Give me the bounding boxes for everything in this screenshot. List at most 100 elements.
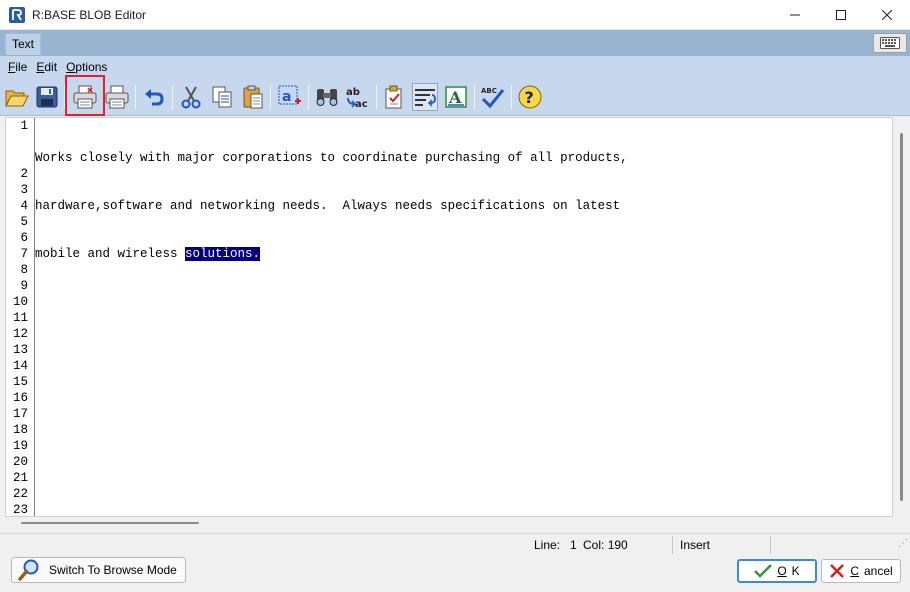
close-icon xyxy=(882,10,892,20)
minimize-button[interactable] xyxy=(772,0,818,30)
print-icon xyxy=(105,85,129,109)
button-bar: Switch To Browse Mode OK Cancel xyxy=(0,555,910,592)
horizontal-scroll-thumb[interactable] xyxy=(21,522,199,524)
svg-text:A: A xyxy=(448,88,462,107)
help-icon: ? xyxy=(518,85,542,109)
cancel-button[interactable]: Cancel xyxy=(821,559,901,583)
line-number: 9 xyxy=(20,279,28,293)
cut-icon xyxy=(181,86,201,109)
line-number: 16 xyxy=(12,391,28,405)
undo-icon xyxy=(145,89,164,106)
line-number: 14 xyxy=(12,359,28,373)
text-line: mobile and wireless solutions. xyxy=(35,246,885,262)
status-bar: Line: 1 Col: 190 Insert ⋰ xyxy=(0,533,910,555)
line-number-gutter: 1 2 3 4 5 6 7 8 9 10 11 12 13 14 15 16 1… xyxy=(6,118,35,517)
vertical-scrollbar[interactable] xyxy=(893,117,910,517)
paste-button[interactable] xyxy=(240,83,266,111)
line-number: 3 xyxy=(20,183,28,197)
tab-bar: Text xyxy=(0,30,910,56)
spell-check-button[interactable]: ABC xyxy=(480,83,506,111)
menu-options[interactable]: Options xyxy=(66,60,107,74)
line-number: 7 xyxy=(20,247,28,261)
copy-button[interactable] xyxy=(209,83,235,111)
save-icon xyxy=(36,86,58,108)
line-number: 17 xyxy=(12,407,28,421)
line-number: 10 xyxy=(12,295,28,309)
select-all-icon: a xyxy=(278,85,301,105)
line-number: 2 xyxy=(20,167,28,181)
close-button[interactable] xyxy=(864,0,910,30)
line-number: 11 xyxy=(12,311,28,325)
resize-grip-icon[interactable]: ⋰ xyxy=(898,538,908,549)
menu-bar: File Edit Options xyxy=(0,56,910,78)
maximize-button[interactable] xyxy=(818,0,864,30)
svg-text:?: ? xyxy=(525,88,534,107)
line-number: 8 xyxy=(20,263,28,277)
line-number: 4 xyxy=(20,199,28,213)
line-number: 1 xyxy=(20,119,28,133)
selected-text: solutions. xyxy=(185,247,261,261)
line-number: 6 xyxy=(20,231,28,245)
font-button[interactable]: A xyxy=(443,83,469,111)
editor-text[interactable]: Works closely with major corporations to… xyxy=(35,118,885,294)
cut-button[interactable] xyxy=(178,83,204,111)
help-button[interactable]: ? xyxy=(517,83,543,111)
insert-file-icon xyxy=(385,85,402,109)
svg-text:a: a xyxy=(282,89,291,105)
line-number: 15 xyxy=(12,375,28,389)
line-number: 20 xyxy=(12,455,28,469)
find-button[interactable] xyxy=(314,83,340,111)
title-bar: R:BASE BLOB Editor xyxy=(0,0,910,30)
minimize-icon xyxy=(790,14,800,16)
replace-icon: ab ac xyxy=(346,87,368,109)
svg-text:ab: ab xyxy=(346,87,360,98)
svg-text:ABC: ABC xyxy=(481,87,497,95)
switch-to-browse-mode-button[interactable]: Switch To Browse Mode xyxy=(11,557,186,583)
ok-label: OK xyxy=(777,564,800,578)
svg-text:ac: ac xyxy=(355,99,368,109)
line-number: 19 xyxy=(12,439,28,453)
line-number: 23 xyxy=(12,503,28,517)
keyboard-button[interactable] xyxy=(873,33,907,53)
text-line: hardware,software and networking needs. … xyxy=(35,199,621,213)
vertical-scroll-thumb[interactable] xyxy=(900,133,903,501)
magnifier-icon xyxy=(18,559,39,581)
text-line: Works closely with major corporations to… xyxy=(35,151,628,165)
status-mode: Insert xyxy=(680,538,711,552)
status-col: Col: 190 xyxy=(583,538,628,552)
maximize-icon xyxy=(836,10,846,20)
rbase-app-icon xyxy=(9,6,25,23)
open-button[interactable] xyxy=(4,83,30,111)
menu-edit[interactable]: Edit xyxy=(36,60,57,74)
print-button[interactable] xyxy=(104,83,130,111)
window-title: R:BASE BLOB Editor xyxy=(32,7,147,22)
status-line: Line: 1 xyxy=(534,538,577,552)
spell-check-icon: ABC xyxy=(481,87,505,109)
line-number: 21 xyxy=(12,471,28,485)
checkmark-icon xyxy=(754,564,773,578)
line-number: 5 xyxy=(20,215,28,229)
copy-icon xyxy=(212,86,232,108)
horizontal-scrollbar[interactable] xyxy=(5,517,893,529)
switch-to-browse-mode-label: Switch To Browse Mode xyxy=(49,563,177,577)
line-number: 22 xyxy=(12,487,28,501)
select-all-button[interactable]: a xyxy=(277,83,303,111)
line-number: 13 xyxy=(12,343,28,357)
paste-icon xyxy=(243,85,263,109)
word-wrap-button[interactable] xyxy=(412,83,438,111)
undo-button[interactable] xyxy=(141,83,167,111)
text-editor[interactable]: 1 2 3 4 5 6 7 8 9 10 11 12 13 14 15 16 1… xyxy=(5,117,893,517)
find-icon xyxy=(316,89,338,106)
insert-file-button[interactable] xyxy=(382,83,408,111)
line-number: 18 xyxy=(12,423,28,437)
line-number: 12 xyxy=(12,327,28,341)
keyboard-icon xyxy=(880,37,900,49)
open-folder-icon xyxy=(5,90,29,107)
tab-text[interactable]: Text xyxy=(5,33,42,55)
replace-button[interactable]: ab ac xyxy=(345,83,371,111)
toolbar: a ab ac A ABC ? xyxy=(0,78,910,116)
ok-button[interactable]: OK xyxy=(737,559,817,583)
font-icon: A xyxy=(445,86,467,108)
menu-file[interactable]: File xyxy=(8,60,27,74)
save-button[interactable] xyxy=(34,83,60,111)
